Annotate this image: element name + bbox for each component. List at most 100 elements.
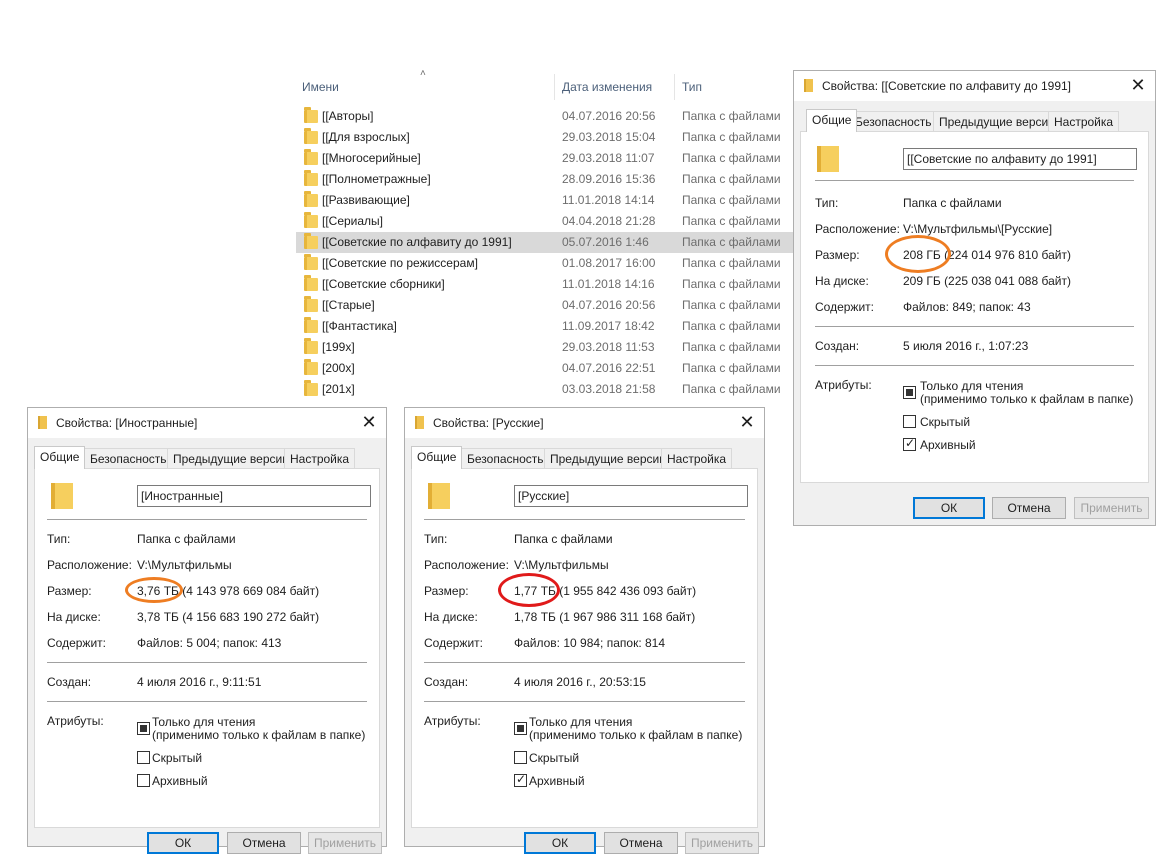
cancel-button[interactable]: Отмена <box>992 497 1066 519</box>
readonly-checkbox[interactable] <box>903 386 916 399</box>
list-item[interactable]: [[Для взрослых] 29.03.2018 15:04 Папка с ф… <box>296 127 796 148</box>
folder-icon <box>304 233 318 249</box>
column-date-header[interactable]: Дата изменения <box>562 80 652 94</box>
close-icon[interactable]: ✕ <box>358 411 380 433</box>
column-type-header[interactable]: Тип <box>682 80 702 94</box>
ok-button[interactable]: ОК <box>524 832 596 854</box>
column-name-header[interactable]: Имени <box>302 80 339 94</box>
tab-security[interactable]: Безопасность <box>461 448 550 468</box>
tab-general[interactable]: Общие <box>34 446 86 469</box>
list-item[interactable]: [[Многосерийные] 29.03.2018 11:07 Папка с … <box>296 148 796 169</box>
apply-button[interactable]: Применить <box>1074 497 1149 519</box>
general-panel: [Иностранные] Тип: Папка с файлами Распо… <box>34 468 380 828</box>
general-panel: [Русские] Тип: Папка с файлами Расположе… <box>411 468 758 828</box>
folder-name-field[interactable]: [[Советские по алфавиту до 1991] <box>903 148 1137 170</box>
list-item[interactable]: [[Авторы] 04.07.2016 20:56 Папка с файлами <box>296 106 796 127</box>
tab-security[interactable]: Безопасность <box>849 111 938 131</box>
list-item[interactable]: [[Старые] 04.07.2016 20:56 Папка с файлами <box>296 295 796 316</box>
list-item[interactable]: [[Советские по режиссерам] 01.08.2017 16:… <box>296 253 796 274</box>
apply-button[interactable]: Применить <box>308 832 382 854</box>
highlight-circle <box>125 577 183 603</box>
tab-strip: Общие Безопасность Предыдущие версии Нас… <box>411 446 758 469</box>
tab-customize[interactable]: Настройка <box>1048 111 1120 131</box>
dialog-title: Свойства: [[Советские по алфавиту до 199… <box>822 79 1072 93</box>
created-value: 4 июля 2016 г., 9:11:51 <box>137 675 262 689</box>
hidden-checkbox[interactable] <box>514 751 527 764</box>
archive-label: Архивный <box>152 774 208 788</box>
file-list: ˄ Имени Дата изменения Тип [[Авторы] 04.0… <box>296 66 796 402</box>
list-item[interactable]: [[Советские сборники] 11.01.2018 14:16 Пап… <box>296 274 796 295</box>
ok-button[interactable]: ОК <box>147 832 219 854</box>
close-icon[interactable]: ✕ <box>736 411 758 433</box>
file-type: Папка с файлами <box>682 172 781 186</box>
location-label: Расположение: <box>47 558 132 572</box>
hidden-label: Скрытый <box>152 751 203 765</box>
readonly-checkbox[interactable] <box>137 722 150 735</box>
contains-label: Содержит: <box>815 300 874 314</box>
folder-icon <box>304 338 318 354</box>
ok-button[interactable]: ОК <box>913 497 985 519</box>
cancel-button[interactable]: Отмена <box>604 832 678 854</box>
folder-icon <box>304 128 318 144</box>
archive-checkbox[interactable] <box>903 436 916 451</box>
folder-icon <box>304 380 318 396</box>
file-date: 04.07.2016 22:51 <box>562 361 656 375</box>
type-label: Тип: <box>815 196 839 210</box>
on-disk-label: На диске: <box>424 610 478 624</box>
list-item[interactable]: [[Полнометражные] 28.09.2016 15:36 Папка с… <box>296 169 796 190</box>
list-item[interactable]: [[Сериалы] 04.04.2018 21:28 Папка с файлам… <box>296 211 796 232</box>
tab-customize[interactable]: Настройка <box>661 448 733 468</box>
hidden-label: Скрытый <box>920 415 971 429</box>
readonly-note: (применимо только к файлам в папке) <box>920 392 1134 406</box>
file-type: Папка с файлами <box>682 235 781 249</box>
tab-general[interactable]: Общие <box>411 446 463 469</box>
tab-customize[interactable]: Настройка <box>284 448 356 468</box>
archive-checkbox[interactable] <box>137 774 150 787</box>
apply-button[interactable]: Применить <box>685 832 759 854</box>
list-item[interactable]: [[Советские по алфавиту до 1991] 05.07.20… <box>296 232 796 253</box>
file-name: [[Авторы] <box>322 109 374 123</box>
file-type: Папка с файлами <box>682 340 781 354</box>
folder-icon <box>304 275 318 291</box>
tab-previous-versions[interactable]: Предыдущие версии <box>167 448 295 468</box>
location-value: V:\Мультфильмы <box>514 558 609 572</box>
file-date: 04.07.2016 20:56 <box>562 298 656 312</box>
list-item[interactable]: [199x] 29.03.2018 11:53 Папка с файлами <box>296 337 796 358</box>
cancel-button[interactable]: Отмена <box>227 832 301 854</box>
list-item[interactable]: [[Развивающие] 11.01.2018 14:14 Папка с фа… <box>296 190 796 211</box>
general-panel: [[Советские по алфавиту до 1991] Тип: Па… <box>800 131 1149 483</box>
on-disk-value: 3,78 ТБ (4 156 683 190 272 байт) <box>137 610 320 624</box>
folder-name-field[interactable]: [Русские] <box>514 485 748 507</box>
hidden-checkbox[interactable] <box>137 751 150 764</box>
readonly-checkbox[interactable] <box>514 722 527 735</box>
file-name: [[Советские сборники] <box>322 277 445 291</box>
list-item[interactable]: [200x] 04.07.2016 22:51 Папка с файлами <box>296 358 796 379</box>
archive-checkbox[interactable] <box>514 772 527 787</box>
dialog-titlebar: Свойства: [[Советские по алфавиту до 199… <box>794 71 1155 101</box>
file-name: [[Советские по алфавиту до 1991] <box>322 235 512 249</box>
file-date: 04.04.2018 21:28 <box>562 214 656 228</box>
list-item[interactable]: [[Фантастика] 11.09.2017 18:42 Папка с фай… <box>296 316 796 337</box>
column-header: ˄ Имени Дата изменения Тип <box>296 66 796 106</box>
created-label: Создан: <box>47 675 92 689</box>
tab-strip: Общие Безопасность Предыдущие версии Нас… <box>800 109 1149 132</box>
folder-name-field[interactable]: [Иностранные] <box>137 485 371 507</box>
file-date: 01.08.2017 16:00 <box>562 256 656 270</box>
location-label: Расположение: <box>815 222 900 236</box>
file-name: [[Многосерийные] <box>322 151 421 165</box>
file-type: Папка с файлами <box>682 298 781 312</box>
tab-previous-versions[interactable]: Предыдущие версии <box>544 448 672 468</box>
tab-previous-versions[interactable]: Предыдущие версии <box>933 111 1061 131</box>
close-icon[interactable]: ✕ <box>1127 74 1149 96</box>
dialog-title: Свойства: [Иностранные] <box>56 416 198 430</box>
tab-general[interactable]: Общие <box>806 109 858 132</box>
hidden-checkbox[interactable] <box>903 415 916 428</box>
on-disk-label: На диске: <box>815 274 869 288</box>
folder-icon <box>804 79 813 92</box>
list-item[interactable]: [201x] 03.03.2018 21:58 Папка с файлами <box>296 379 796 400</box>
folder-icon <box>304 149 318 165</box>
dialog-titlebar: Свойства: [Русские] ✕ <box>405 408 764 438</box>
file-type: Папка с файлами <box>682 361 781 375</box>
tab-security[interactable]: Безопасность <box>84 448 173 468</box>
folder-icon <box>304 317 318 333</box>
